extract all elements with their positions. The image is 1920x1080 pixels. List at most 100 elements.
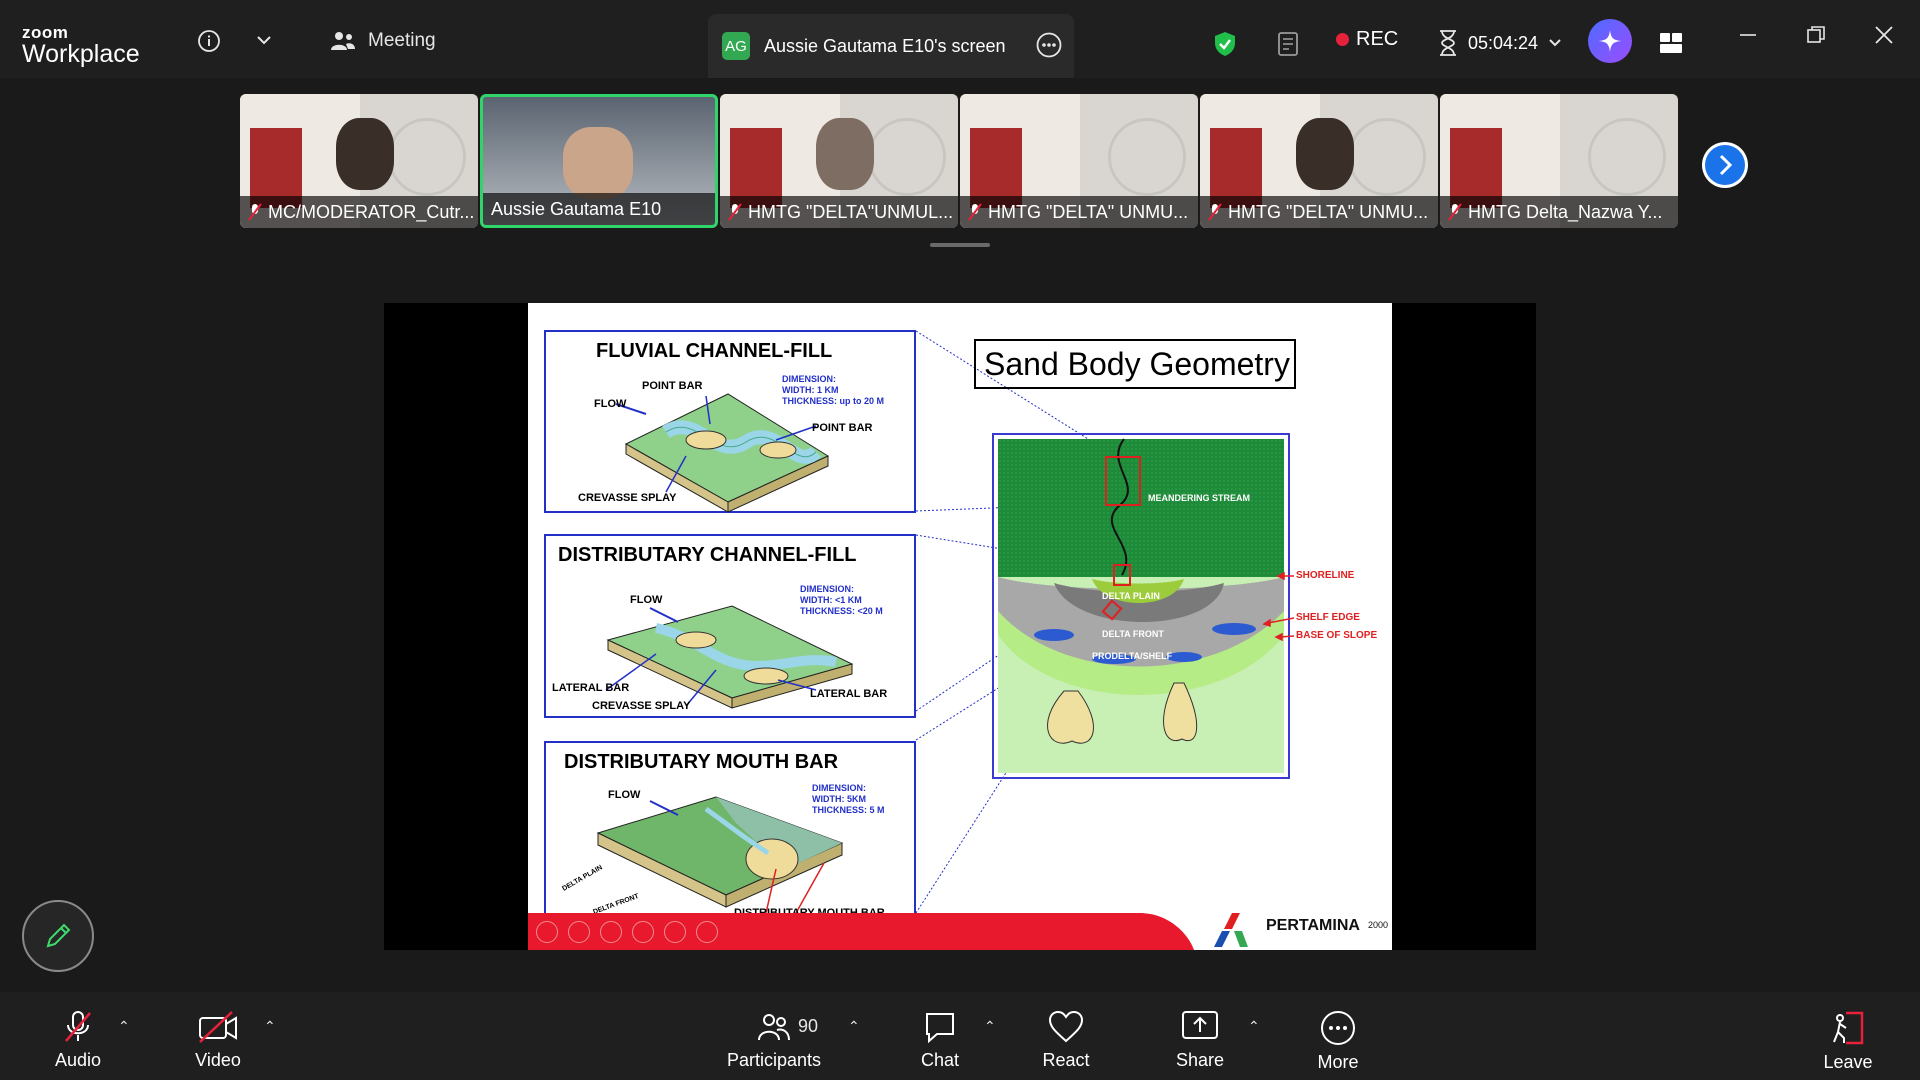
participant-tile[interactable]: HMTG "DELTA"UNMUL...	[720, 94, 958, 228]
timer-value: 05:04:24	[1468, 32, 1539, 53]
strip-resize-handle[interactable]	[930, 243, 990, 247]
apps-grid-icon[interactable]	[1658, 30, 1684, 56]
chat-options-caret[interactable]: ⌃	[984, 1018, 996, 1035]
participant-name-bar: HMTG "DELTA"UNMUL...	[720, 196, 958, 228]
prev-slide-icon[interactable]	[536, 921, 558, 943]
more-options-icon[interactable]	[1036, 32, 1062, 63]
video-label: Video	[195, 1050, 241, 1070]
chevron-down-icon[interactable]	[254, 30, 274, 50]
mic-muted-icon	[65, 1011, 91, 1042]
globe-emblem	[1588, 118, 1666, 196]
screen-tab-label: Aussie Gautama E10's screen	[764, 35, 1006, 56]
chevron-down-icon[interactable]	[1548, 38, 1562, 48]
more-label: More	[1317, 1052, 1359, 1072]
ai-companion-button[interactable]	[1588, 19, 1632, 63]
chat-label: Chat	[920, 1050, 960, 1070]
participant-name: MC/MODERATOR_Cutr...	[268, 201, 475, 222]
react-label: React	[1042, 1050, 1090, 1070]
video-options-caret[interactable]: ⌃	[264, 1018, 276, 1035]
participant-video	[563, 127, 633, 199]
chat-icon	[926, 1013, 954, 1044]
presenter-toolbar	[536, 921, 718, 943]
hourglass-icon	[1440, 30, 1456, 56]
zoom-logo: zoom Workplace	[22, 24, 140, 67]
record-dot-icon	[1336, 33, 1349, 46]
slide-year: 2000	[1368, 920, 1389, 930]
participant-tile[interactable]: HMTG "DELTA" UNMU...	[960, 94, 1198, 228]
participant-name-bar: Aussie Gautama E10	[483, 193, 715, 225]
more-icon[interactable]	[696, 921, 718, 943]
rec-label: REC	[1356, 28, 1399, 50]
audio-options-caret[interactable]: ⌃	[118, 1018, 130, 1035]
participants-icon	[758, 1014, 790, 1041]
participant-name: Aussie Gautama E10	[491, 198, 662, 219]
recording-indicator[interactable]: REC	[1336, 28, 1398, 51]
shared-screen-tab[interactable]: AG Aussie Gautama E10's screen	[708, 14, 1074, 78]
participant-strip: MC/MODERATOR_Cutr... Aussie Gautama E10 …	[240, 94, 1680, 230]
video-button[interactable]: Video	[168, 1010, 268, 1071]
globe-emblem	[1108, 118, 1186, 196]
meeting-label: Meeting	[368, 30, 436, 51]
meeting-timer[interactable]: 05:04:24	[1438, 30, 1562, 56]
participant-name-bar: HMTG "DELTA" UNMU...	[960, 196, 1198, 228]
mic-off-icon	[1208, 203, 1222, 221]
participant-name: HMTG "DELTA"UNMUL...	[748, 201, 954, 222]
share-button[interactable]: Share	[1150, 1010, 1250, 1071]
leave-button[interactable]: Leave	[1798, 1010, 1898, 1073]
more-dots-icon	[1321, 1011, 1355, 1045]
participants-options-caret[interactable]: ⌃	[848, 1018, 860, 1035]
share-options-caret[interactable]: ⌃	[1248, 1018, 1260, 1035]
participant-name-bar: HMTG "DELTA" UNMU...	[1200, 196, 1438, 228]
red-arrows	[1262, 571, 1295, 642]
participants-label: Participants	[726, 1050, 822, 1070]
screen-avatar: AG	[722, 32, 750, 60]
mic-off-icon	[968, 203, 982, 221]
pertamina-logo-text: PERTAMINA	[1266, 917, 1360, 934]
leave-icon	[1833, 1011, 1864, 1045]
globe-emblem	[388, 118, 466, 196]
participant-name: HMTG Delta_Nazwa Y...	[1468, 201, 1663, 222]
video-off-icon	[199, 1011, 237, 1043]
pen-tool-icon[interactable]	[600, 921, 622, 943]
chat-button[interactable]: Chat	[890, 1010, 990, 1071]
people-icon	[331, 32, 355, 50]
pencil-icon	[46, 923, 71, 948]
brand-top: zoom	[22, 23, 69, 42]
participant-name-bar: MC/MODERATOR_Cutr...	[240, 196, 478, 228]
leave-label: Leave	[1823, 1052, 1873, 1072]
participant-video	[1296, 118, 1354, 190]
mic-off-icon	[1448, 203, 1462, 221]
mic-off-icon	[248, 203, 262, 221]
heart-icon	[1048, 1010, 1084, 1043]
participant-video	[816, 118, 874, 190]
slides-grid-icon[interactable]	[632, 921, 654, 943]
participant-tile[interactable]: HMTG "DELTA" UNMU...	[1200, 94, 1438, 228]
more-button[interactable]: More	[1288, 1010, 1388, 1073]
restore-icon[interactable]	[1806, 24, 1826, 52]
pertamina-logo-icon	[1214, 913, 1248, 947]
react-button[interactable]: React	[1016, 1010, 1116, 1071]
share-label: Share	[1175, 1050, 1225, 1070]
chevron-right-icon	[1705, 145, 1745, 185]
close-icon[interactable]	[1874, 24, 1894, 52]
globe-emblem	[1348, 118, 1426, 196]
participant-tile[interactable]: MC/MODERATOR_Cutr...	[240, 94, 478, 228]
mic-off-icon	[728, 203, 742, 221]
sparkle-icon	[1599, 30, 1621, 52]
shield-check-icon[interactable]	[1212, 30, 1238, 58]
participant-tile-active[interactable]: Aussie Gautama E10	[480, 94, 718, 228]
annotate-button[interactable]	[22, 900, 94, 972]
audio-button[interactable]: Audio	[28, 1010, 128, 1071]
presentation-slide: FLUVIAL CHANNEL-FILL DIMENSION: WIDTH: 1…	[528, 303, 1392, 950]
meeting-button[interactable]: Meeting	[330, 30, 436, 52]
participant-name: HMTG "DELTA" UNMU...	[988, 201, 1189, 222]
globe-emblem	[868, 118, 946, 196]
info-icon[interactable]	[196, 28, 222, 54]
participant-name: HMTG "DELTA" UNMU...	[1228, 201, 1429, 222]
minimize-icon[interactable]	[1738, 24, 1758, 52]
next-page-button[interactable]	[1702, 142, 1748, 188]
notes-icon[interactable]	[1276, 30, 1302, 58]
next-slide-icon[interactable]	[568, 921, 590, 943]
participant-tile[interactable]: HMTG Delta_Nazwa Y...	[1440, 94, 1678, 228]
zoom-icon[interactable]	[664, 921, 686, 943]
